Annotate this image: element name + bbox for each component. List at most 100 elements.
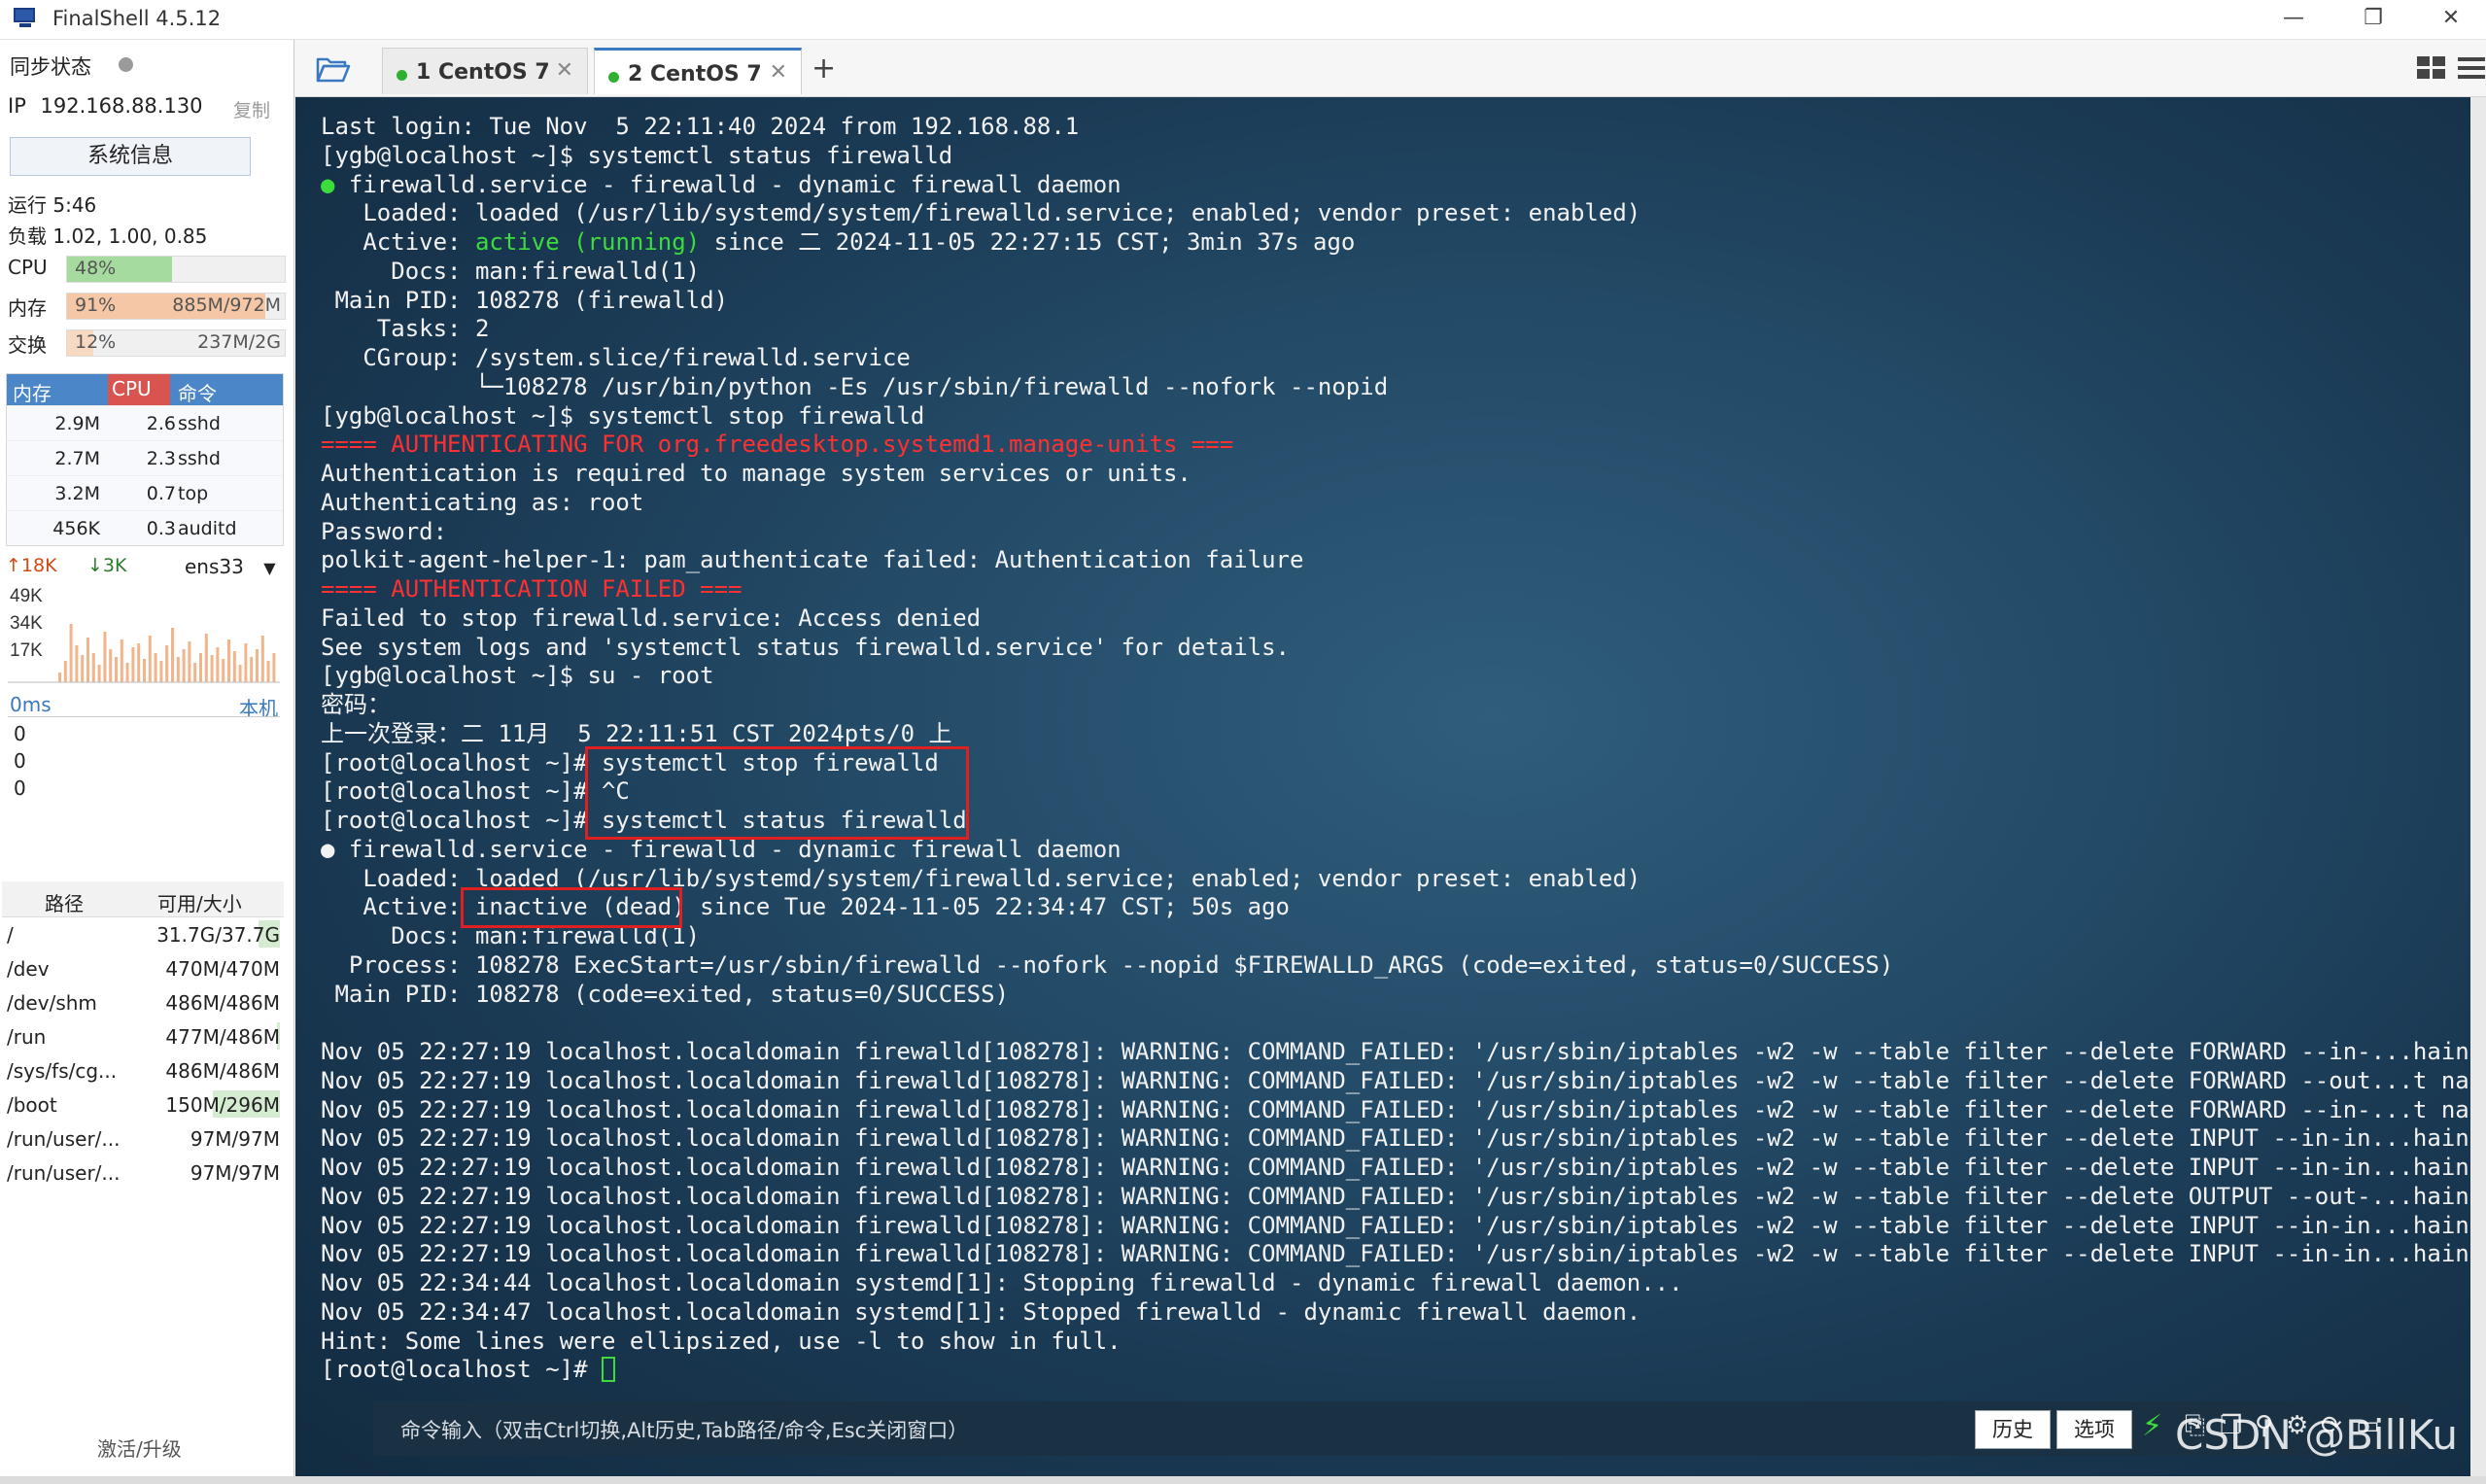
terminal-line: [ygb@localhost ~]$ systemctl status fire…	[321, 142, 2472, 171]
menu-icon[interactable]	[2458, 57, 2485, 79]
terminal-text: See system logs and 'systemctl status fi…	[321, 633, 1290, 661]
terminal-line: ● firewalld.service - firewalld - dynami…	[321, 170, 1122, 198]
restore-icon[interactable]: ❐	[2344, 4, 2402, 33]
ip-label: IP	[8, 94, 26, 118]
command-input-bar[interactable]: 命令输入（双击Ctrl切换,Alt历史,Tab路径/命令,Esc关闭窗口） 历史…	[373, 1401, 2412, 1456]
folder-icon[interactable]	[316, 55, 351, 83]
column-header-path[interactable]: 路径	[45, 888, 84, 916]
terminal-text: Loaded: loaded (/usr/lib/systemd/system/…	[321, 199, 1641, 227]
table-row[interactable]: /run/user/... 97M/97M	[2, 1156, 284, 1190]
terminal-line: Nov 05 22:27:19 localhost.localdomain fi…	[321, 1183, 2472, 1212]
history-button[interactable]: 历史	[1975, 1410, 2051, 1449]
terminal-line: Nov 05 22:27:19 localhost.localdomain fi…	[321, 1124, 2472, 1154]
terminal[interactable]: Last login: Tue Nov 5 22:11:40 2024 from…	[295, 97, 2472, 1476]
terminal-text: Docs: man:firewalld(1)	[321, 257, 701, 285]
terminal-line: Authenticating as: root	[321, 489, 2472, 518]
disk-path: /run/user/...	[7, 1127, 121, 1151]
terminal-text: Process: 108278 ExecStart=/usr/sbin/fire…	[321, 950, 1894, 979]
table-row[interactable]: /dev 470M/470M	[2, 951, 284, 985]
column-header-memory[interactable]: 内存	[13, 378, 52, 406]
disk-table: 路径 可用/大小 / 31.7G/37.7G/dev 470M/470M/dev/s…	[2, 881, 284, 1190]
table-row[interactable]: 2.7M 2.3 sshd	[7, 440, 283, 475]
process-cpu: 0.7	[146, 483, 176, 504]
table-row[interactable]: 456K 0.3 auditd	[7, 510, 283, 545]
table-row[interactable]: /dev/shm 486M/486M	[2, 985, 284, 1019]
disk-size: 486M/486M	[165, 991, 280, 1015]
column-header-cpu[interactable]: CPU	[108, 374, 170, 405]
ping-value: 0	[14, 777, 26, 800]
add-tab-icon[interactable]: +	[811, 52, 836, 86]
terminal-line: Main PID: 108278 (code=exited, status=0/…	[321, 981, 2472, 1010]
network-y-tick: 49K	[10, 586, 43, 606]
terminal-text: Authentication is required to manage sys…	[321, 460, 1191, 487]
traffic-bar	[63, 661, 67, 682]
network-interface-label: ens33	[185, 555, 244, 578]
terminal-text: 上一次登录：二 11月 5 22:11:51 CST 2024pts/0 上	[321, 719, 952, 747]
copy-ip-link[interactable]: 复制	[233, 96, 270, 122]
traffic-bar	[188, 641, 191, 682]
column-header-command[interactable]: 命令	[178, 378, 217, 406]
traffic-bar	[227, 639, 230, 682]
disk-size: 470M/470M	[165, 957, 280, 981]
table-row[interactable]: 3.2M 0.7 top	[7, 475, 283, 510]
terminal-text: [ygb@localhost ~]$ su - root	[321, 662, 714, 690]
traffic-bar	[204, 634, 208, 682]
traffic-bar	[86, 638, 89, 682]
terminal-line: Nov 05 22:27:19 localhost.localdomain fi…	[321, 1038, 2472, 1067]
terminal-text: Active:	[321, 228, 475, 256]
terminal-line: 密码：	[321, 691, 2472, 720]
close-icon[interactable]: ✕	[2422, 4, 2480, 33]
close-tab-icon[interactable]: ✕	[770, 60, 787, 85]
tab-session-1[interactable]: 1 CentOS 7 ✕	[382, 48, 588, 94]
traffic-bar	[69, 624, 73, 682]
terminal-text: Nov 05 22:27:19 localhost.localdomain fi…	[321, 1095, 2472, 1123]
disk-path: /sys/fs/cg...	[7, 1059, 118, 1083]
close-tab-icon[interactable]: ✕	[556, 58, 573, 83]
options-button[interactable]: 选项	[2056, 1410, 2132, 1449]
terminal-line: Nov 05 22:27:19 localhost.localdomain fi…	[321, 1067, 2472, 1096]
tab-session-2[interactable]: 2 CentOS 7 ✕	[594, 48, 802, 94]
traffic-bar	[109, 649, 113, 682]
process-table-header: 内存 CPU 命令	[7, 374, 283, 405]
activate-upgrade-link[interactable]: 激活/升级	[97, 1433, 182, 1462]
traffic-bar	[58, 673, 61, 682]
memory-label: 内存	[8, 296, 47, 320]
process-command: auditd	[178, 518, 237, 539]
process-memory: 2.9M	[54, 413, 100, 434]
terminal-line: ==== AUTHENTICATING FOR org.freedesktop.…	[321, 431, 2472, 460]
network-traffic-graph: 49K 34K 17K	[8, 586, 280, 683]
terminal-line: polkit-agent-helper-1: pam_authenticate …	[321, 546, 2472, 575]
terminal-text: ==== AUTHENTICATING FOR org.freedesktop.…	[321, 431, 1234, 459]
process-memory: 3.2M	[54, 483, 100, 504]
terminal-line: 上一次登录：二 11月 5 22:11:51 CST 2024pts/0 上	[321, 720, 2472, 749]
system-info-button[interactable]: 系统信息	[10, 137, 251, 176]
disk-size: 486M/486M	[165, 1059, 280, 1083]
terminal-text: [ygb@localhost ~]$ systemctl status fire…	[321, 141, 953, 169]
terminal-line: Tasks: 2	[321, 315, 2472, 344]
memory-usage-bar: 91% 885M/972M	[66, 293, 286, 320]
traffic-bar	[120, 639, 123, 682]
table-row[interactable]: /sys/fs/cg... 486M/486M	[2, 1053, 284, 1087]
terminal-text: Nov 05 22:27:19 localhost.localdomain fi…	[321, 1211, 2472, 1239]
column-header-size[interactable]: 可用/大小	[157, 888, 242, 916]
table-row[interactable]: /boot 150M/296M	[2, 1087, 284, 1122]
terminal-line: Nov 05 22:27:19 localhost.localdomain fi…	[321, 1096, 2472, 1125]
table-row[interactable]: 2.9M 2.6 sshd	[7, 405, 283, 440]
network-interface-select[interactable]: ens33 ▼	[185, 555, 276, 578]
table-row[interactable]: /run/user/... 97M/97M	[2, 1122, 284, 1156]
terminal-text: └─108278 /usr/bin/python -Es /usr/sbin/f…	[321, 372, 1389, 400]
tab-label: 1 CentOS 7	[416, 60, 550, 85]
process-memory: 456K	[52, 518, 100, 539]
table-row[interactable]: / 31.7G/37.7G	[2, 917, 284, 951]
highlight-box-inactive-status	[461, 887, 682, 928]
lightning-icon[interactable]: ⚡	[2142, 1409, 2162, 1443]
uptime: 运行 5:46	[8, 193, 97, 217]
minimize-icon[interactable]: —	[2264, 4, 2323, 33]
terminal-scrollbar[interactable]	[2470, 97, 2486, 1476]
layout-grid-icon[interactable]	[2417, 56, 2446, 80]
disk-path: /run	[7, 1025, 47, 1049]
traffic-bar	[97, 665, 101, 682]
table-row[interactable]: /run 477M/486M	[2, 1019, 284, 1053]
traffic-bar	[148, 636, 152, 682]
